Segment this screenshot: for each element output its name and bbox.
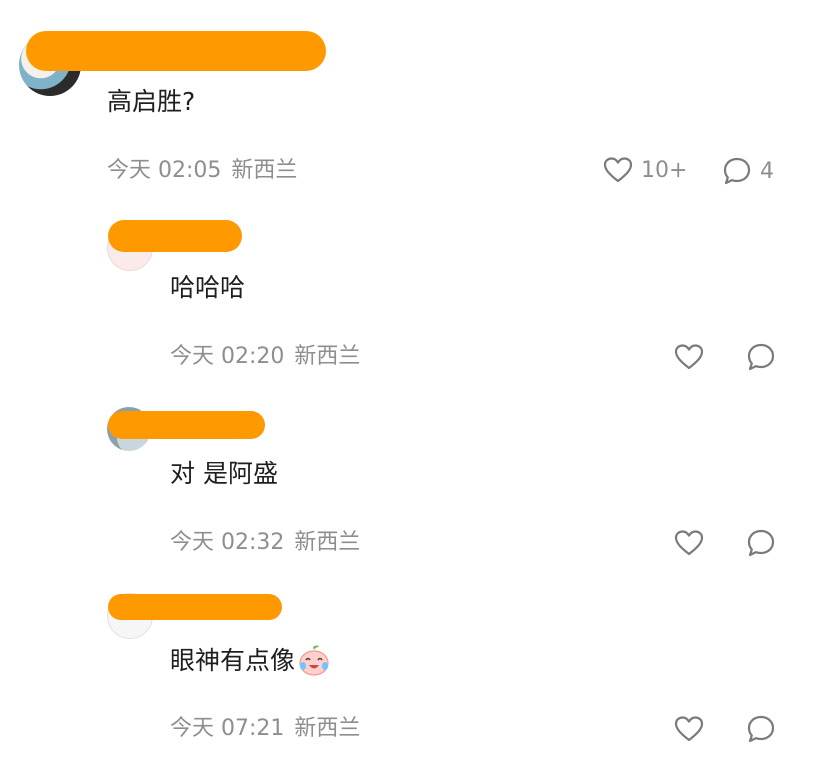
- reply-button[interactable]: 4: [722, 156, 774, 186]
- like-count: 10+: [641, 157, 688, 183]
- reply-count: 4: [760, 158, 774, 184]
- username-redacted: [108, 411, 265, 439]
- reply-text: 眼神有点像: [170, 646, 296, 675]
- like-button[interactable]: [674, 529, 704, 557]
- crying-laughing-peach-emoji: [299, 645, 329, 676]
- reply-button[interactable]: [746, 528, 776, 558]
- reply-time: 今天 02:32: [170, 530, 285, 555]
- comment-bubble-icon: [747, 529, 775, 557]
- username-redacted: [26, 31, 326, 71]
- heart-icon: [603, 157, 633, 183]
- comment-bubble-icon: [747, 343, 775, 371]
- comment-time: 今天 02:05: [107, 158, 222, 183]
- comment-meta: 今天 02:05 新西兰: [107, 157, 297, 185]
- comment-bubble-icon: [723, 157, 751, 185]
- reply-location: 新西兰: [294, 716, 361, 741]
- comment-text: 高启胜?: [107, 87, 196, 116]
- reply-meta: 今天 02:32 新西兰: [170, 529, 360, 557]
- reply-time: 今天 07:21: [170, 716, 285, 741]
- comment-location: 新西兰: [231, 158, 298, 183]
- reply-button[interactable]: [746, 342, 776, 372]
- like-button[interactable]: [674, 343, 704, 371]
- reply-location: 新西兰: [294, 344, 361, 369]
- like-button[interactable]: [674, 715, 704, 743]
- comment-bubble-icon: [747, 715, 775, 743]
- reply-text: 哈哈哈: [170, 273, 246, 302]
- reply-time: 今天 02:20: [170, 344, 285, 369]
- reply-meta: 今天 07:21 新西兰: [170, 715, 360, 743]
- reply-meta: 今天 02:20 新西兰: [170, 343, 360, 371]
- heart-icon: [674, 344, 704, 370]
- username-redacted: [108, 594, 282, 620]
- heart-icon: [674, 716, 704, 742]
- username-redacted: [108, 220, 242, 252]
- reply-location: 新西兰: [294, 530, 361, 555]
- heart-icon: [674, 530, 704, 556]
- reply-text: 对 是阿盛: [170, 459, 278, 488]
- reply-text-row: 眼神有点像: [170, 644, 331, 678]
- reply-button[interactable]: [746, 714, 776, 744]
- like-button[interactable]: 10+: [603, 156, 687, 184]
